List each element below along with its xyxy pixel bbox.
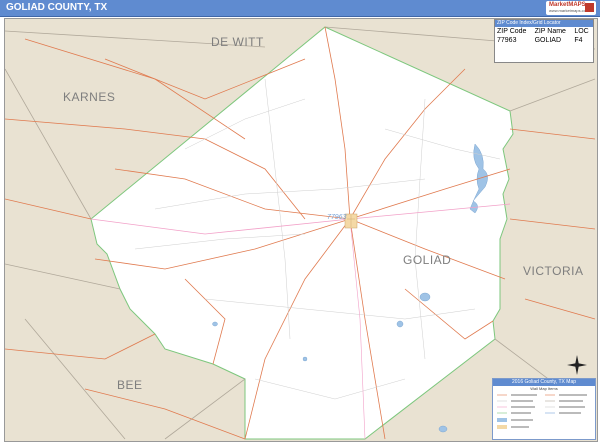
publisher-logo: MarketMAPS www.marketmaps.com: [546, 1, 596, 15]
logo-mark-icon: [585, 3, 594, 12]
col-zip-name: ZIP Name: [534, 28, 566, 35]
map-title: GOLIAD COUNTY, TX: [6, 2, 108, 13]
zip-table-header-row: ZIP Code ZIP Name LOC: [495, 27, 593, 36]
col-zip-code: ZIP Code: [497, 28, 527, 35]
goliad-county-area: [90, 26, 514, 440]
zip-index-header: ZIP Code Index/Grid Locator: [495, 20, 593, 27]
county-label-bee: BEE: [117, 378, 143, 392]
map-legend: 2016 Goliad County, TX Map Wall Map Item…: [492, 378, 596, 440]
title-bar: GOLIAD COUNTY, TX MarketMAPS www.marketm…: [0, 0, 600, 17]
zip-table: ZIP Code ZIP Name LOC 77963 GOLIAD F4: [495, 27, 593, 45]
county-label-karnes: KARNES: [63, 90, 115, 104]
loc-cell: F4: [574, 37, 583, 44]
county-label-victoria: VICTORIA: [523, 264, 583, 278]
col-loc: LOC: [574, 28, 589, 35]
legend-symbols: [497, 394, 587, 429]
compass-rose-icon: [567, 355, 587, 375]
table-row[interactable]: 77963 GOLIAD F4: [495, 36, 593, 45]
zip-code-cell: 77963: [497, 37, 517, 44]
county-label-goliad: GOLIAD: [403, 253, 451, 267]
zip-name-cell: GOLIAD: [534, 37, 562, 44]
zip-index-table: ZIP Code Index/Grid Locator ZIP Code ZIP…: [494, 19, 594, 63]
legend-title: 2016 Goliad County, TX Map: [493, 379, 595, 386]
goliad-town[interactable]: [344, 213, 358, 229]
zip-label-goliad: 77963: [327, 214, 347, 221]
logo-subtext: www.marketmaps.com: [549, 8, 590, 13]
county-label-dewitt: DE WITT: [211, 35, 264, 49]
